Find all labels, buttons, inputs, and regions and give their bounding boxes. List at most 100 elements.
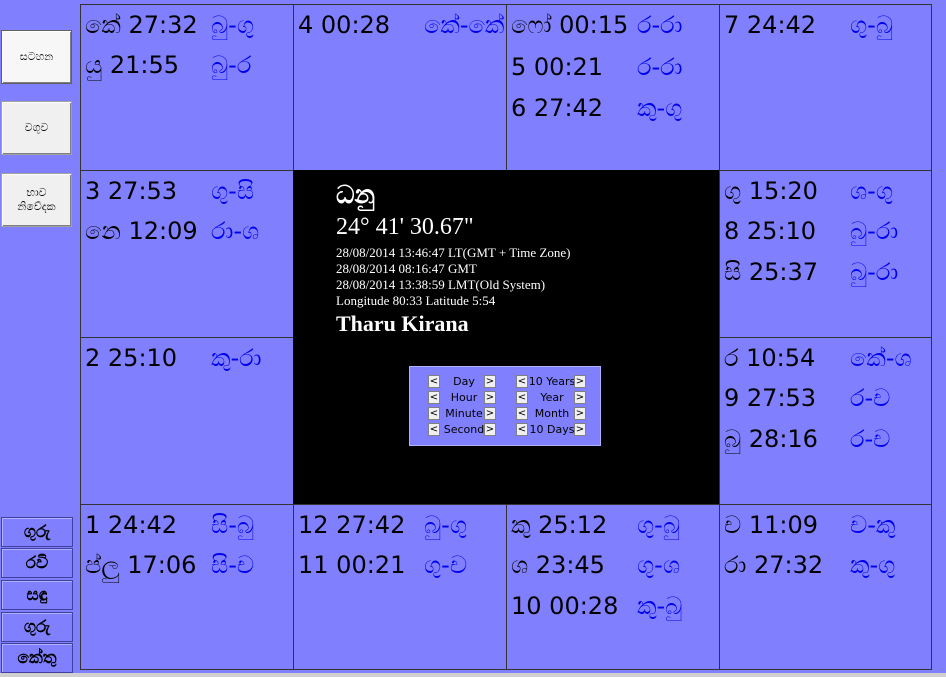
planet-position: බු 28:16 (724, 425, 818, 453)
planet-lords: ගු-ශ (637, 551, 680, 579)
time-adjust-controls: < Day > < Hour > < Minute > < Second > <… (409, 366, 601, 446)
gmt-time: 28/08/2014 08:16:47 GMT (336, 261, 477, 276)
hour-next-arrow-icon[interactable]: > (484, 391, 496, 404)
planet-position: නෙ 12:09 (85, 217, 198, 245)
planet-lords: කු-ගු (850, 551, 896, 579)
house-cell-10[interactable]: 12 27:42 බු-ගු 11 00:21 ගු-ච (293, 504, 507, 670)
planet-position: 12 27:42 (298, 511, 406, 539)
planet-position: 6 27:42 (511, 94, 604, 122)
center-info-panel: ධනු 24° 41' 30.67" 28/08/2014 13:46:47 L… (293, 170, 719, 504)
10years-next-arrow-icon[interactable]: > (574, 375, 586, 388)
local-time: 28/08/2014 13:46:47 LT(GMT + Time Zone) (336, 245, 571, 260)
notes-button[interactable]: සටහන (1, 30, 72, 84)
planet-lords: කේ-කේ (424, 11, 505, 39)
planet-position: ප්ලු 17:06 (85, 551, 197, 579)
house-cell-2[interactable]: 4 00:28 කේ-කේ (293, 4, 507, 171)
adjust-second-row: < Second > (428, 422, 500, 438)
lagna-sign: ධනු (336, 180, 375, 209)
planet-button-5[interactable]: කේතු (1, 643, 73, 673)
planet-position: 9 27:53 (724, 384, 817, 412)
table-button-label: වගුව (24, 121, 49, 134)
adjust-minute-row: < Minute > (428, 406, 500, 422)
10days-label: 10 Days (529, 423, 575, 436)
house-cell-1[interactable]: කේ 27:32 බු-ගු යු 21:55 බු-ර (80, 4, 294, 171)
month-label: Month (534, 407, 570, 420)
planet-lords: කේ-ශ (850, 344, 912, 372)
notes-button-label: සටහන (19, 50, 54, 63)
planet-position: සි 25:37 (724, 258, 819, 286)
window-bottom-edge (0, 673, 946, 677)
planet-lords: ගු-බු (637, 511, 680, 539)
day-label: Day (453, 375, 475, 388)
planet-position: ර 10:54 (724, 344, 816, 372)
planet-lords: කු-රා (211, 344, 262, 372)
house-cell-3[interactable]: ෆෝ 00:15 ර-රා 5 00:21 ර-රා 6 27:42 කු-ගු (506, 4, 720, 171)
planet-position: ච 11:09 (724, 511, 819, 539)
house-cell-4[interactable]: 7 24:42 ගු-බු (719, 4, 932, 171)
adjust-month-row: < Month > (516, 406, 588, 422)
left-panel: සටහන වගුව භාව නිවේදක ගුරු රවි සඳු ගුරු ක… (0, 0, 80, 677)
planet-lords: ච-කු (850, 511, 896, 539)
planet-button-3[interactable]: සඳු (1, 580, 73, 610)
planet-lords: බු-ගු (211, 11, 254, 39)
planet-lords: ර-ච (850, 425, 891, 453)
planet-position: රා 27:32 (724, 551, 824, 579)
planet-position: 11 00:21 (298, 551, 406, 579)
planet-lords: ගු-සි (211, 177, 255, 205)
10days-next-arrow-icon[interactable]: > (574, 423, 586, 436)
second-label: Second (443, 423, 485, 436)
planet-position: 7 24:42 (724, 11, 817, 39)
planet-lords: කු-ගු (637, 94, 683, 122)
planet-position: 8 25:10 (724, 217, 817, 245)
adjust-hour-row: < Hour > (428, 390, 500, 406)
planet-lords: කු-බු (637, 592, 683, 620)
planet-position: කේ 27:32 (85, 11, 198, 39)
planet-lords: ගු-බු (850, 11, 893, 39)
year-label: Year (540, 391, 564, 404)
planet-button-2-label: රවි (25, 553, 49, 573)
minute-label: Minute (445, 407, 483, 420)
planet-lords: බු-රා (850, 217, 899, 245)
hour-label: Hour (450, 391, 478, 404)
house-cell-5[interactable]: 3 27:53 ගු-සි නෙ 12:09 රා-ශ (80, 170, 294, 338)
planet-lords: ගු-ච (424, 551, 468, 579)
minute-next-arrow-icon[interactable]: > (484, 407, 496, 420)
planet-position: 3 27:53 (85, 177, 178, 205)
planet-position: 1 24:42 (85, 511, 178, 539)
house-cell-11[interactable]: කු 25:12 ගු-බු ශ 23:45 ගු-ශ 10 00:28 කු-බු (506, 504, 720, 670)
planet-button-2[interactable]: රවි (1, 548, 73, 578)
planet-button-4[interactable]: ගුරු (1, 612, 73, 642)
adjust-10days-row: < 10 Days > (516, 422, 588, 438)
house-cell-7[interactable]: 2 25:10 කු-රා (80, 337, 294, 505)
planet-position: 4 00:28 (298, 11, 391, 39)
year-next-arrow-icon[interactable]: > (574, 391, 586, 404)
planet-button-1[interactable]: ගුරු (1, 517, 73, 547)
planet-lords: බු-ගු (424, 511, 467, 539)
planet-button-5-label: කේතු (17, 648, 57, 668)
coordinates: Longitude 80:33 Latitude 5:54 (336, 293, 496, 308)
planet-lords: සි-බු (211, 511, 255, 539)
lmt-time: 28/08/2014 13:38:59 LMT(Old System) (336, 277, 546, 292)
planet-lords: ර-ච (850, 384, 891, 412)
house-cell-6[interactable]: ගු 15:20 ශ-ගු 8 25:10 බු-රා සි 25:37 බු-රා (719, 170, 932, 338)
adjust-day-row: < Day > (428, 374, 500, 390)
second-next-arrow-icon[interactable]: > (484, 423, 496, 436)
table-button[interactable]: වගුව (1, 101, 72, 155)
brand-title: Tharu Kirana (336, 311, 469, 336)
month-next-arrow-icon[interactable]: > (574, 407, 586, 420)
house-cell-8[interactable]: ර 10:54 කේ-ශ 9 27:53 ර-ච බු 28:16 ර-ච (719, 337, 932, 505)
house-cell-9[interactable]: 1 24:42 සි-බු ප්ලු 17:06 සි-ච (80, 504, 294, 670)
planet-lords: ර-රා (637, 11, 683, 39)
planet-lords: බු-ර (211, 51, 252, 79)
planet-position: ෆෝ 00:15 (511, 11, 629, 39)
bhava-button[interactable]: භාව නිවේදක (1, 173, 72, 227)
planet-button-4-label: ගුරු (23, 617, 51, 637)
day-next-arrow-icon[interactable]: > (484, 375, 496, 388)
planet-button-3-label: සඳු (26, 585, 48, 605)
lagna-degree: 24° 41' 30.67" (336, 214, 474, 240)
house-cell-12[interactable]: ච 11:09 ච-කු රා 27:32 කු-ගු (719, 504, 932, 670)
planet-lords: රා-ශ (211, 217, 260, 245)
planet-button-1-label: ගුරු (23, 522, 51, 542)
bhava-button-label: භාව නිවේදක (17, 186, 56, 213)
planet-position: 2 25:10 (85, 344, 178, 372)
